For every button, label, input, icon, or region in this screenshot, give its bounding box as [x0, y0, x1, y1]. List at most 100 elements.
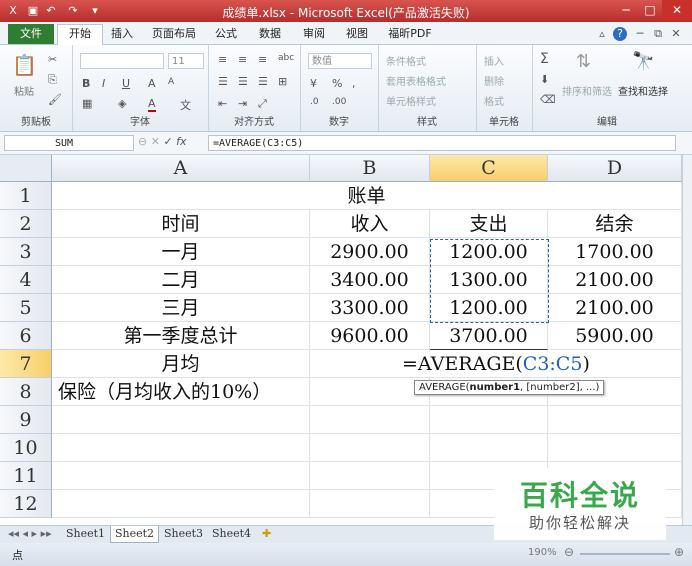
align-right-icon[interactable]: ☰	[258, 75, 268, 88]
cell-a6[interactable]: 第一季度总计	[52, 322, 310, 350]
enter-formula-icon[interactable]: ✓	[163, 135, 172, 148]
tab-file[interactable]: 文件	[8, 24, 54, 44]
grow-font-button[interactable]: A	[148, 77, 156, 90]
cell-b5[interactable]: 3300.00	[310, 294, 430, 322]
cell-d2[interactable]: 结余	[548, 210, 682, 238]
tab-view[interactable]: 视图	[343, 25, 371, 43]
cell-d5[interactable]: 2100.00	[548, 294, 682, 322]
row-header-11[interactable]: 11	[0, 462, 52, 490]
merge-center-icon[interactable]: ⊞	[278, 75, 287, 88]
autosum-icon[interactable]: Σ	[540, 51, 549, 67]
cell-a5[interactable]: 三月	[52, 294, 310, 322]
decrease-decimal-icon[interactable]: .00	[332, 97, 346, 107]
cell-b6[interactable]: 9600.00	[310, 322, 430, 350]
sheet-tab-3[interactable]: Sheet3	[160, 526, 207, 542]
tab-foxit-pdf[interactable]: 福昕PDF	[384, 25, 436, 43]
cell-title[interactable]: 账单	[52, 182, 682, 210]
sheet-tab-1[interactable]: Sheet1	[62, 526, 109, 542]
row-header-9[interactable]: 9	[0, 406, 52, 434]
cell-a9[interactable]	[52, 406, 310, 434]
tab-review[interactable]: 审阅	[300, 25, 328, 43]
column-header-a[interactable]: A	[52, 155, 310, 182]
sheet-nav-icon[interactable]: ◂◂ ◂ ▸ ▸▸	[4, 526, 56, 542]
increase-decimal-icon[interactable]: .0	[310, 97, 319, 107]
row-header-4[interactable]: 4	[0, 266, 52, 294]
cancel-formula-icon[interactable]: ⊖ ✕	[138, 135, 160, 148]
cut-icon[interactable]: ✂	[48, 53, 57, 66]
sort-filter-label[interactable]: 排序和筛选	[562, 83, 612, 98]
comma-button[interactable]: ,	[352, 77, 356, 90]
font-name-combo[interactable]	[80, 53, 164, 69]
tab-home[interactable]: 开始	[57, 24, 103, 45]
help-icon[interactable]: ?	[613, 27, 627, 41]
doc-minimize-icon[interactable]: ─	[634, 25, 646, 43]
cell-a4[interactable]: 二月	[52, 266, 310, 294]
shrink-font-button[interactable]: A	[168, 77, 174, 87]
font-color-button[interactable]: A	[148, 97, 156, 112]
align-bottom-icon[interactable]: ≡	[258, 53, 267, 66]
cell-b10[interactable]	[310, 434, 430, 462]
name-box[interactable]: SUM	[4, 135, 134, 151]
zoom-out-icon[interactable]: ⊖	[564, 545, 574, 559]
zoom-in-icon[interactable]: ⊕	[674, 545, 684, 559]
align-center-icon[interactable]: ☰	[238, 75, 248, 88]
row-header-3[interactable]: 3	[0, 238, 52, 266]
cell-b4[interactable]: 3400.00	[310, 266, 430, 294]
row-header-6[interactable]: 6	[0, 322, 52, 350]
insert-function-button[interactable]: fx	[176, 135, 186, 148]
cell-d4[interactable]: 2100.00	[548, 266, 682, 294]
cell-b3[interactable]: 2900.00	[310, 238, 430, 266]
cell-a7[interactable]: 月均	[52, 350, 310, 378]
cell-d3[interactable]: 1700.00	[548, 238, 682, 266]
sheet-tab-2[interactable]: Sheet2	[110, 526, 160, 543]
bold-button[interactable]: B	[82, 77, 90, 90]
delete-cells-button[interactable]: 删除	[484, 73, 504, 88]
cell-b2[interactable]: 收入	[310, 210, 430, 238]
zoom-level[interactable]: 190%	[528, 547, 557, 558]
insert-cells-button[interactable]: 插入	[484, 53, 504, 68]
cell-c9[interactable]	[430, 406, 548, 434]
italic-button[interactable]: I	[102, 77, 105, 90]
row-header-12[interactable]: 12	[0, 490, 52, 518]
cell-a3[interactable]: 一月	[52, 238, 310, 266]
cell-b11[interactable]	[310, 462, 430, 490]
orientation-icon[interactable]: ⤢	[258, 97, 267, 111]
cell-a12[interactable]	[52, 490, 310, 518]
paste-label[interactable]: 粘贴	[14, 83, 34, 98]
format-as-table-button[interactable]: 套用表格格式	[386, 73, 446, 88]
editing-formula[interactable]: =AVERAGE(C3:C5)	[402, 352, 590, 376]
row-header-1[interactable]: 1	[0, 182, 52, 210]
select-all-corner[interactable]	[0, 155, 52, 182]
currency-icon[interactable]: ¥	[310, 77, 317, 90]
cell-b8[interactable]	[310, 378, 430, 406]
doc-close-icon[interactable]: ✕	[670, 25, 682, 43]
tab-insert[interactable]: 插入	[108, 25, 136, 43]
tab-page-layout[interactable]: 页面布局	[150, 25, 198, 43]
align-middle-icon[interactable]: ≡	[238, 53, 247, 66]
format-painter-icon[interactable]: 🖌	[48, 93, 62, 106]
paste-icon[interactable]: 📋	[12, 53, 37, 77]
find-select-label[interactable]: 查找和选择	[618, 83, 668, 98]
row-header-5[interactable]: 5	[0, 294, 52, 322]
percent-button[interactable]: %	[332, 77, 342, 90]
row-header-7[interactable]: 7	[0, 350, 52, 378]
tab-formulas[interactable]: 公式	[212, 25, 240, 43]
clear-icon[interactable]: ⌫	[540, 93, 556, 106]
ribbon-minimize-icon[interactable]: ▵	[596, 25, 608, 43]
conditional-formatting-button[interactable]: 条件格式	[386, 53, 426, 68]
underline-button[interactable]: U	[122, 77, 130, 90]
cell-styles-button[interactable]: 单元格样式	[386, 93, 436, 108]
column-header-d[interactable]: D	[548, 155, 682, 182]
decrease-indent-icon[interactable]: ⇤	[218, 97, 227, 110]
row-header-2[interactable]: 2	[0, 210, 52, 238]
wrap-text-button[interactable]: abc	[278, 53, 294, 63]
number-format-combo[interactable]: 数值	[308, 53, 372, 69]
row-header-8[interactable]: 8	[0, 378, 52, 406]
fill-color-icon[interactable]: ◈	[118, 97, 126, 110]
column-header-b[interactable]: B	[310, 155, 430, 182]
phonetic-icon[interactable]: 文	[180, 97, 191, 113]
fill-icon[interactable]: ⬇	[540, 73, 549, 86]
tooltip-function[interactable]: AVERAGE(	[419, 382, 470, 393]
cell-a8[interactable]: 保险（月均收入的10%）	[52, 378, 310, 406]
close-button[interactable]: ✕	[662, 0, 692, 20]
